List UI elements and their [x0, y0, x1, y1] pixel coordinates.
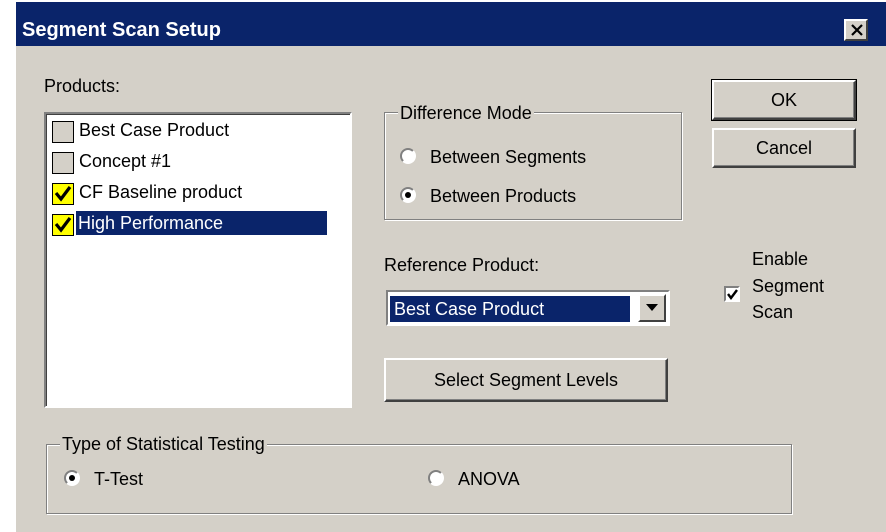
radio-label: Between Segments: [430, 147, 587, 167]
dropdown-arrow-button[interactable]: [638, 294, 666, 322]
product-item-high-performance[interactable]: High Performance: [50, 207, 350, 237]
product-checkbox[interactable]: [52, 183, 74, 205]
product-item-label: CF Baseline product: [79, 182, 243, 202]
radio-button[interactable]: [400, 187, 416, 203]
product-item-label: Concept #1: [79, 151, 172, 171]
reference-product-value: Best Case Product: [389, 295, 631, 323]
chevron-down-icon: [646, 304, 658, 311]
product-checkbox[interactable]: [52, 214, 74, 236]
close-button[interactable]: [844, 19, 868, 41]
cancel-button[interactable]: Cancel: [712, 128, 856, 168]
difference-mode-label: Difference Mode: [398, 102, 534, 124]
product-checkbox[interactable]: [52, 152, 74, 174]
products-label: Products:: [44, 76, 121, 96]
radio-label: Between Products: [430, 186, 577, 206]
ok-button[interactable]: OK: [711, 79, 857, 121]
select-segment-levels-button[interactable]: Select Segment Levels: [384, 358, 668, 402]
checkmark-icon: [54, 217, 72, 233]
checkmark-icon: [54, 186, 72, 202]
products-listbox[interactable]: Best Case Product Concept #1 CF Baseline…: [44, 112, 352, 408]
reference-product-dropdown[interactable]: Best Case Product: [386, 290, 670, 326]
product-checkbox[interactable]: [52, 121, 74, 143]
title-bar[interactable]: Segment Scan Setup: [16, 2, 886, 46]
enable-segment-scan-checkbox[interactable]: [724, 286, 740, 302]
statistical-testing-label: Type of Statistical Testing: [60, 433, 267, 455]
radio-button[interactable]: [428, 470, 444, 486]
product-item-label: Best Case Product: [79, 120, 230, 140]
enable-segment-scan-label-line3: Scan: [752, 302, 794, 322]
product-item-concept-1[interactable]: Concept #1: [50, 145, 350, 175]
product-item-cf-baseline[interactable]: CF Baseline product: [50, 176, 350, 206]
reference-product-label: Reference Product:: [384, 255, 540, 275]
product-item-label: High Performance: [76, 211, 327, 235]
enable-segment-scan-label-line2: Segment: [752, 276, 825, 296]
product-item-best-case[interactable]: Best Case Product: [50, 114, 350, 144]
enable-segment-scan-label-line1: Enable: [752, 249, 809, 269]
checkmark-icon: [727, 289, 738, 300]
radio-label: ANOVA: [458, 469, 520, 489]
radio-label: T-Test: [94, 469, 144, 489]
dialog-window: Segment Scan Setup Products: Best Case P…: [14, 0, 886, 532]
window-title: Segment Scan Setup: [22, 19, 221, 41]
radio-button[interactable]: [64, 470, 80, 486]
radio-button[interactable]: [400, 148, 416, 164]
